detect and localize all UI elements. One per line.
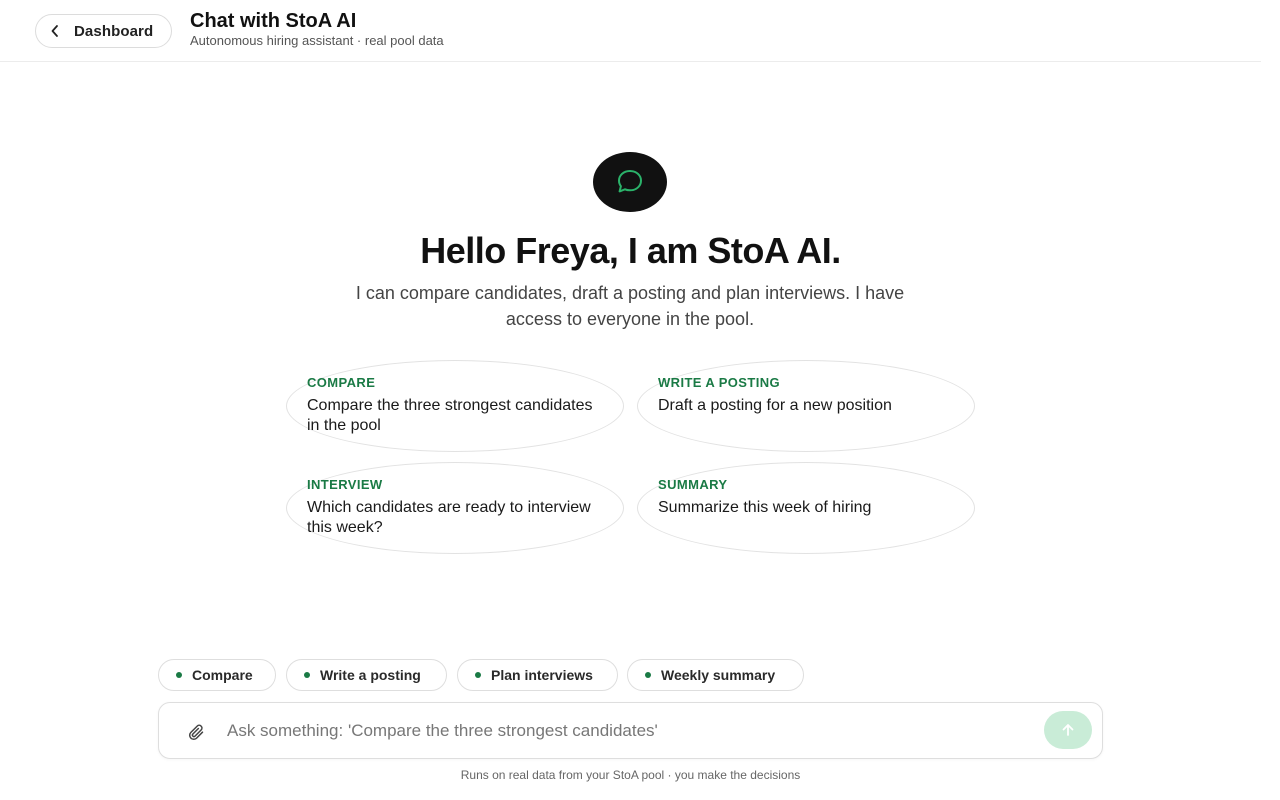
card-tag: WRITE A POSTING [658, 375, 781, 390]
back-to-dashboard-button[interactable]: Dashboard [35, 14, 172, 48]
suggestion-card-interview[interactable]: INTERVIEW Which candidates are ready to … [286, 462, 624, 554]
greeting-description: I can compare candidates, draft a postin… [355, 283, 905, 329]
chip-label: Write a posting [320, 667, 421, 683]
chip-label: Compare [192, 667, 253, 683]
suggestion-card-summary[interactable]: SUMMARY Summarize this week of hiring [637, 462, 975, 554]
paperclip-icon[interactable] [187, 723, 207, 743]
chevron-left-icon [50, 24, 60, 38]
page-subtitle: Autonomous hiring assistant · real pool … [190, 33, 444, 48]
chip-label: Weekly summary [661, 667, 776, 683]
chip-dot [645, 672, 651, 678]
greeting-heading: Hello Freya, I am StoA AI. [420, 230, 841, 271]
header-title-group: Chat with StoA AI Autonomous hiring assi… [190, 9, 444, 49]
chip-dot [176, 672, 182, 678]
quick-chip-write-posting[interactable]: Write a posting [286, 659, 447, 691]
suggestion-card-compare[interactable]: COMPARE Compare the three strongest cand… [286, 360, 624, 452]
message-composer [158, 702, 1103, 759]
card-text: Draft a posting for a new position [658, 397, 892, 414]
card-tag: INTERVIEW [307, 477, 383, 492]
card-tag: COMPARE [307, 375, 376, 390]
footer-note: Runs on real data from your StoA pool · … [460, 768, 801, 782]
arrow-up-icon [1060, 722, 1076, 738]
top-header: Dashboard Chat with StoA AI Autonomous h… [0, 0, 1261, 62]
quick-chip-weekly-summary[interactable]: Weekly summary [627, 659, 804, 691]
card-tag: SUMMARY [658, 477, 728, 492]
quick-chip-plan-interviews[interactable]: Plan interviews [457, 659, 618, 691]
back-button-label: Dashboard [74, 22, 154, 40]
chat-bubble-icon [615, 168, 645, 196]
quick-chip-compare[interactable]: Compare [158, 659, 276, 691]
chip-dot [304, 672, 310, 678]
card-text: Which candidates are ready to interview … [307, 499, 591, 536]
assistant-avatar [593, 152, 667, 212]
message-input[interactable] [227, 717, 1027, 745]
page-title: Chat with StoA AI [190, 10, 357, 32]
card-text: Summarize this week of hiring [658, 499, 872, 516]
card-text: Compare the three strongest candidates i… [307, 397, 593, 434]
chip-label: Plan interviews [491, 667, 593, 683]
suggestion-card-write-posting[interactable]: WRITE A POSTING Draft a posting for a ne… [637, 360, 975, 452]
chip-dot [475, 672, 481, 678]
send-button[interactable] [1044, 711, 1092, 749]
